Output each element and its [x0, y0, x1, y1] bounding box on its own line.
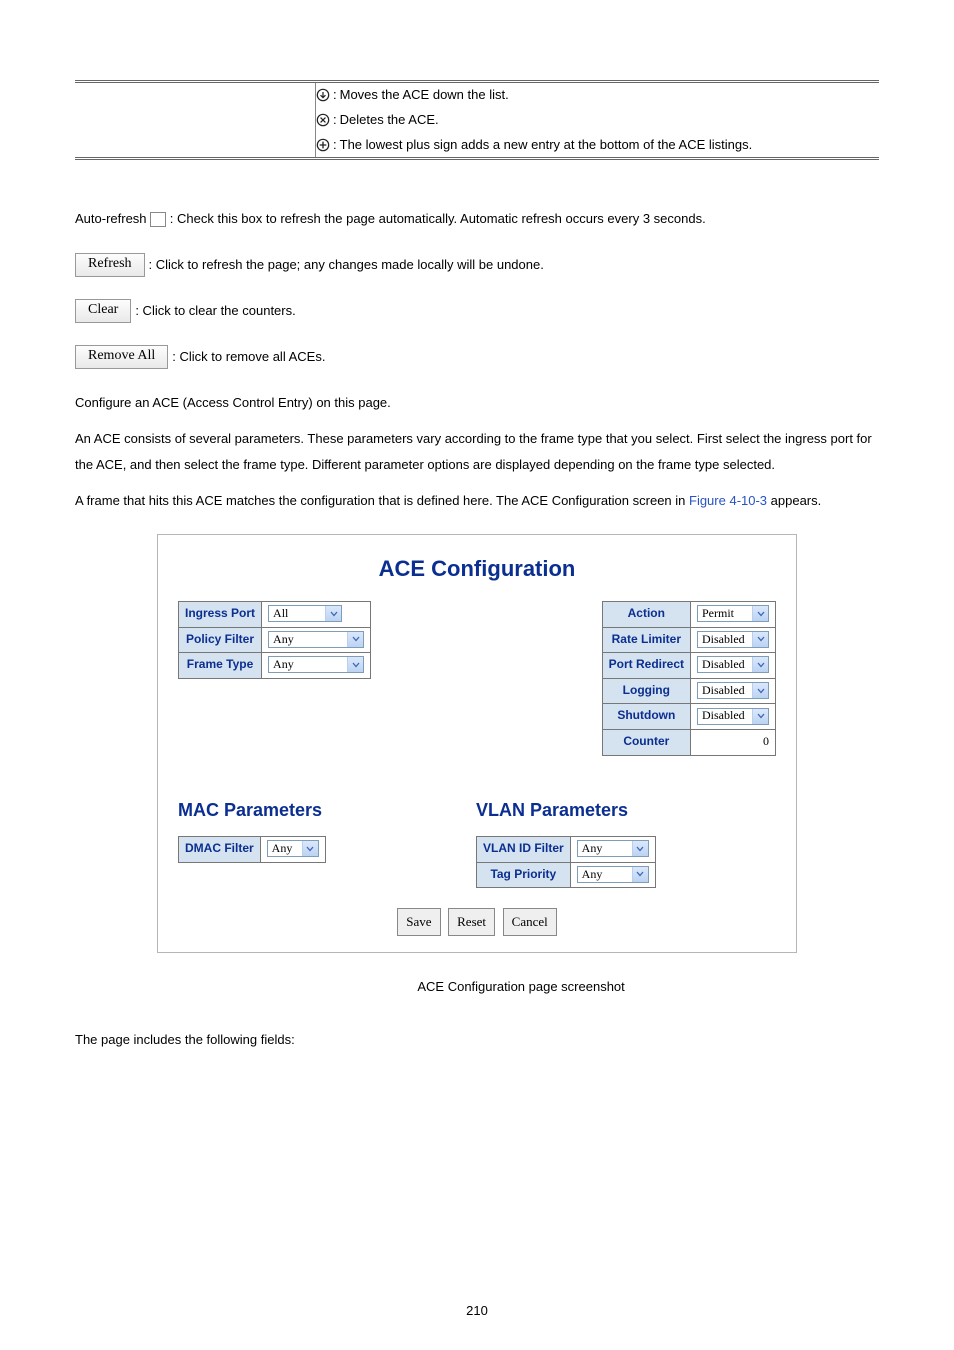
cfg-label: VLAN ID Filter: [477, 836, 571, 862]
save-button[interactable]: Save: [397, 908, 440, 935]
body-p2: An ACE consists of several parameters. T…: [75, 426, 879, 478]
right-config-table: Action Permit Rate Limiter Disabled Port Red…: [602, 601, 776, 756]
body-p1: Configure an ACE (Access Control Entry) …: [75, 390, 879, 416]
footer-text: The page includes the following fields:: [75, 1028, 879, 1051]
chevron-down-icon: [752, 683, 768, 698]
chevron-down-icon: [752, 657, 768, 672]
cancel-button[interactable]: Cancel: [503, 908, 557, 935]
select-control[interactable]: Any: [268, 631, 364, 648]
cfg-label: Shutdown: [602, 704, 690, 730]
chevron-down-icon: [347, 657, 363, 672]
plus-circle-icon: [316, 138, 330, 152]
chevron-down-icon: [752, 606, 768, 621]
chevron-down-icon: [632, 841, 648, 856]
add-desc: : The lowest plus sign adds a new entry …: [316, 133, 879, 158]
refresh-text: : Click to refresh the page; any changes…: [149, 252, 544, 278]
cfg-label: Rate Limiter: [602, 627, 690, 653]
select-control[interactable]: Disabled: [697, 656, 769, 673]
clear-text: : Click to clear the counters.: [135, 298, 295, 324]
select-control[interactable]: Any: [577, 840, 649, 857]
cfg-label: Ingress Port: [179, 601, 262, 627]
chevron-down-icon: [752, 632, 768, 647]
cfg-label: Counter: [602, 729, 690, 755]
chevron-down-icon: [325, 606, 341, 621]
figure-caption: Figure 4-10-3: ACE Configuration page sc…: [157, 975, 797, 998]
chevron-down-icon: [347, 632, 363, 647]
cfg-label: Frame Type: [179, 653, 262, 679]
chevron-down-icon: [632, 867, 648, 882]
page-number: 210: [0, 1299, 954, 1322]
autorefresh-line: Auto-refresh : Check this box to refresh…: [75, 206, 879, 232]
left-config-table: Ingress Port All Policy Filter Any Frame Typ…: [178, 601, 371, 679]
counter-value: 0: [691, 729, 776, 755]
select-control[interactable]: Disabled: [697, 631, 769, 648]
remove-all-text: : Click to remove all ACEs.: [172, 344, 325, 370]
ace-config-figure: ACE Configuration Ingress Port All Policy …: [157, 534, 797, 952]
select-control[interactable]: Any: [268, 656, 364, 673]
cfg-label: Action: [602, 601, 690, 627]
clear-button: Clear: [75, 299, 131, 323]
select-control[interactable]: Any: [577, 866, 649, 883]
select-control[interactable]: All: [268, 605, 342, 622]
vlan-table: VLAN ID Filter Any Tag Priority Any: [476, 836, 656, 888]
reset-button[interactable]: Reset: [448, 908, 495, 935]
chevron-down-icon: [752, 709, 768, 724]
icon-description-table: : Moves the ACE down the list. : Deletes…: [75, 80, 879, 160]
refresh-button: Refresh: [75, 253, 145, 277]
fig-title: ACE Configuration: [178, 549, 776, 589]
checkbox-icon: [150, 212, 166, 227]
vlan-params-title: VLAN Parameters: [476, 794, 776, 826]
dmac-select[interactable]: Any: [267, 840, 319, 857]
delete-desc: : Deletes the ACE.: [316, 108, 879, 133]
select-control[interactable]: Disabled: [697, 682, 769, 699]
chevron-down-icon: [302, 841, 318, 856]
arrow-down-circle-icon: [316, 88, 330, 102]
delete-circle-icon: [316, 113, 330, 127]
select-control[interactable]: Permit: [697, 605, 769, 622]
cfg-label: Port Redirect: [602, 653, 690, 679]
cfg-label: Tag Priority: [477, 862, 571, 888]
remove-all-button: Remove All: [75, 345, 168, 369]
move-down-desc: : Moves the ACE down the list.: [316, 83, 879, 108]
dmac-table: DMAC Filter Any: [178, 836, 326, 863]
cfg-label: Logging: [602, 678, 690, 704]
figure-link: Figure 4-10-3: [689, 493, 767, 508]
cfg-label: Policy Filter: [179, 627, 262, 653]
body-p3: A frame that hits this ACE matches the c…: [75, 488, 879, 514]
dmac-label: DMAC Filter: [179, 836, 261, 862]
mac-params-title: MAC Parameters: [178, 794, 378, 826]
select-control[interactable]: Disabled: [697, 708, 769, 725]
